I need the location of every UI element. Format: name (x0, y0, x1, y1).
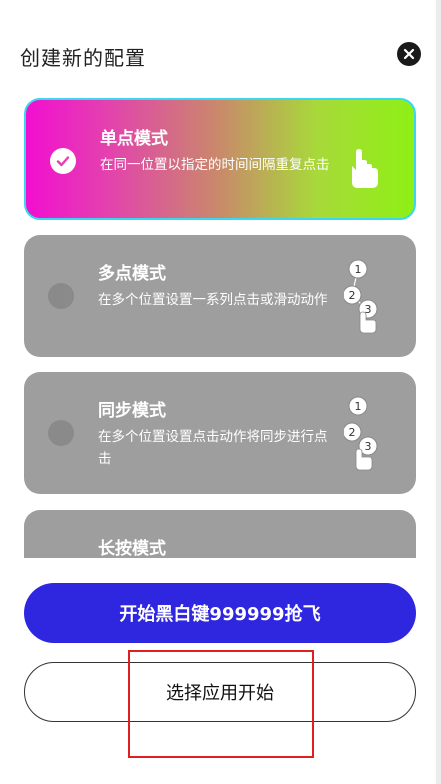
mode-description: 在多个位置设置点击动作将同步进行点击 (98, 429, 328, 467)
mode-name: 长按模式 (98, 539, 166, 558)
sync-tap-numbered-icon: 1 2 3 (342, 394, 392, 472)
mode-description: 在同一位置以指定的时间间隔重复点击 (100, 157, 330, 173)
select-app-button[interactable]: 选择应用开始 (24, 662, 416, 722)
mode-card-multi[interactable]: 多点模式 在多个位置设置一系列点击或滑动动作 1 2 3 (24, 235, 416, 357)
dialog-title: 创建新的配置 (20, 46, 146, 70)
radio-button[interactable] (48, 283, 74, 309)
mode-description: 在多个位置设置一系列点击或滑动动作 (98, 292, 328, 308)
step-3-label: 3 (365, 440, 372, 453)
config-dialog: 单点模式 在同一位置以指定的时间间隔重复点击 多点模式 在多个位置设置一系列点击… (0, 0, 441, 784)
step-2-label: 2 (349, 289, 356, 302)
single-tap-hand-icon (342, 122, 390, 200)
close-icon[interactable] (397, 42, 421, 66)
dialog-header: 创建新的配置 (20, 38, 421, 72)
mode-name: 同步模式 (98, 401, 166, 421)
long-press-icon (344, 532, 392, 558)
mode-list[interactable]: 单点模式 在同一位置以指定的时间间隔重复点击 多点模式 在多个位置设置一系列点击… (0, 0, 441, 558)
mode-card-sync[interactable]: 同步模式 在多个位置设置点击动作将同步进行点击 1 2 3 (24, 372, 416, 494)
mode-card-single[interactable]: 单点模式 在同一位置以指定的时间间隔重复点击 (24, 98, 416, 220)
mode-name: 多点模式 (98, 264, 166, 284)
multi-tap-numbered-icon: 1 2 3 (342, 257, 392, 335)
step-2-label: 2 (349, 426, 356, 439)
check-icon (50, 148, 76, 174)
start-button[interactable]: 开始黑白键999999抢飞 (24, 583, 416, 643)
radio-button[interactable] (48, 420, 74, 446)
mode-card-long-press[interactable]: 长按模式 (24, 510, 416, 558)
mode-name: 单点模式 (100, 129, 168, 149)
step-1-label: 1 (355, 400, 362, 413)
step-1-label: 1 (355, 263, 362, 276)
